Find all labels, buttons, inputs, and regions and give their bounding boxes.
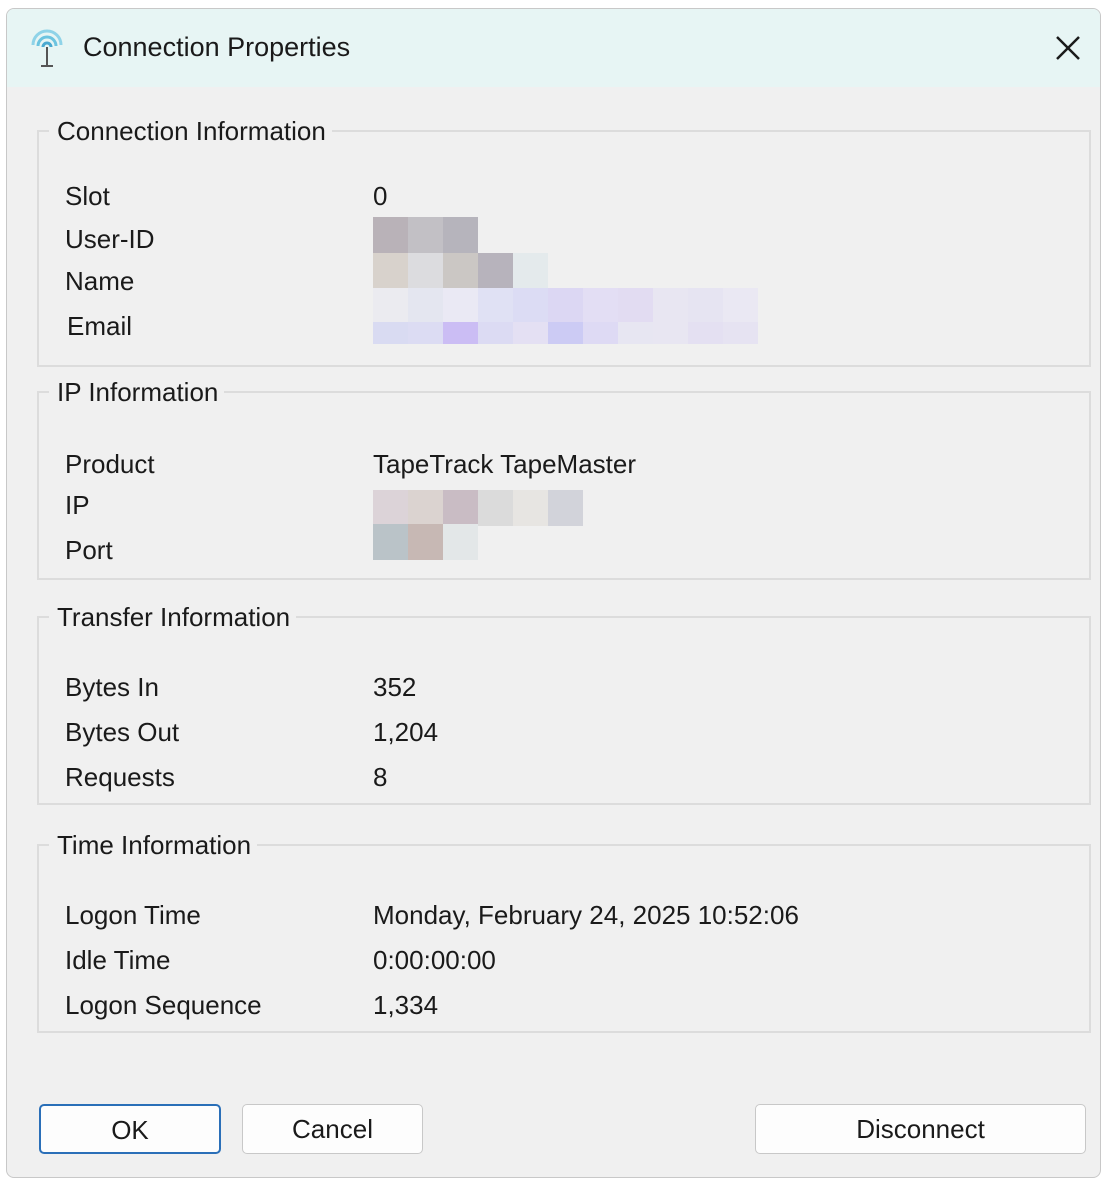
bytes-out-label: Bytes Out bbox=[65, 717, 180, 747]
connection-information-legend: Connection Information bbox=[57, 116, 326, 146]
time-information-group: Time Information Logon Time Monday, Febr… bbox=[37, 831, 1091, 1033]
logon-time-label: Logon Time bbox=[65, 900, 201, 930]
transfer-information-group: Transfer Information Bytes In 352 Bytes … bbox=[37, 603, 1091, 805]
slot-label: Slot bbox=[65, 181, 110, 211]
logon-sequence-row: Logon Sequence 1,334 bbox=[39, 988, 1089, 1022]
name-redacted-value bbox=[373, 253, 548, 289]
disconnect-button[interactable]: Disconnect bbox=[755, 1104, 1086, 1154]
idle-time-row: Idle Time 0:00:00:00 bbox=[39, 943, 1089, 977]
port-redacted-value bbox=[373, 524, 478, 560]
slot-value: 0 bbox=[373, 181, 388, 211]
ok-button[interactable]: OK bbox=[39, 1104, 221, 1154]
port-label: Port bbox=[65, 535, 113, 565]
email-redacted-value-line2 bbox=[373, 322, 758, 344]
antenna-icon bbox=[29, 29, 65, 69]
logon-time-row: Logon Time Monday, February 24, 2025 10:… bbox=[39, 898, 1089, 932]
bytes-out-row: Bytes Out 1,204 bbox=[39, 715, 1089, 749]
email-redacted-value-line1 bbox=[373, 288, 758, 324]
product-row: Product TapeTrack TapeMaster bbox=[39, 447, 1089, 481]
bytes-out-value: 1,204 bbox=[373, 717, 439, 747]
port-row: Port bbox=[39, 533, 1089, 567]
ip-label: IP bbox=[65, 490, 90, 520]
bytes-in-value: 352 bbox=[373, 672, 417, 702]
idle-time-value: 0:00:00:00 bbox=[373, 945, 496, 975]
close-button[interactable] bbox=[1044, 19, 1092, 77]
logon-time-value: Monday, February 24, 2025 10:52:06 bbox=[373, 900, 799, 930]
slot-row: Slot 0 bbox=[39, 179, 1089, 213]
requests-label: Requests bbox=[65, 762, 175, 792]
ip-information-group: IP Information Product TapeTrack TapeMas… bbox=[37, 378, 1091, 580]
userid-label: User-ID bbox=[65, 224, 155, 254]
idle-time-label: Idle Time bbox=[65, 945, 171, 975]
connection-properties-dialog: Connection Properties Connection Informa… bbox=[6, 8, 1101, 1178]
userid-redacted-value bbox=[373, 217, 478, 253]
ip-information-legend: IP Information bbox=[57, 377, 219, 407]
bytes-in-label: Bytes In bbox=[65, 672, 159, 702]
name-label: Name bbox=[65, 266, 135, 296]
logon-sequence-value: 1,334 bbox=[373, 990, 439, 1020]
product-value: TapeTrack TapeMaster bbox=[373, 449, 637, 479]
product-label: Product bbox=[65, 449, 155, 479]
transfer-information-legend: Transfer Information bbox=[57, 602, 291, 632]
requests-value: 8 bbox=[373, 762, 388, 792]
connection-information-group: Connection Information Slot 0 User-ID Na… bbox=[37, 117, 1091, 367]
close-icon bbox=[1056, 36, 1080, 60]
requests-row: Requests 8 bbox=[39, 760, 1089, 794]
title-bar[interactable]: Connection Properties bbox=[7, 9, 1100, 87]
bytes-in-row: Bytes In 352 bbox=[39, 670, 1089, 704]
userid-row: User-ID bbox=[39, 222, 1089, 256]
cancel-button[interactable]: Cancel bbox=[242, 1104, 423, 1154]
email-label: Email bbox=[67, 311, 133, 341]
window-title: Connection Properties bbox=[83, 32, 351, 62]
ip-redacted-value bbox=[373, 490, 583, 526]
logon-sequence-label: Logon Sequence bbox=[65, 990, 262, 1020]
time-information-legend: Time Information bbox=[57, 830, 252, 860]
